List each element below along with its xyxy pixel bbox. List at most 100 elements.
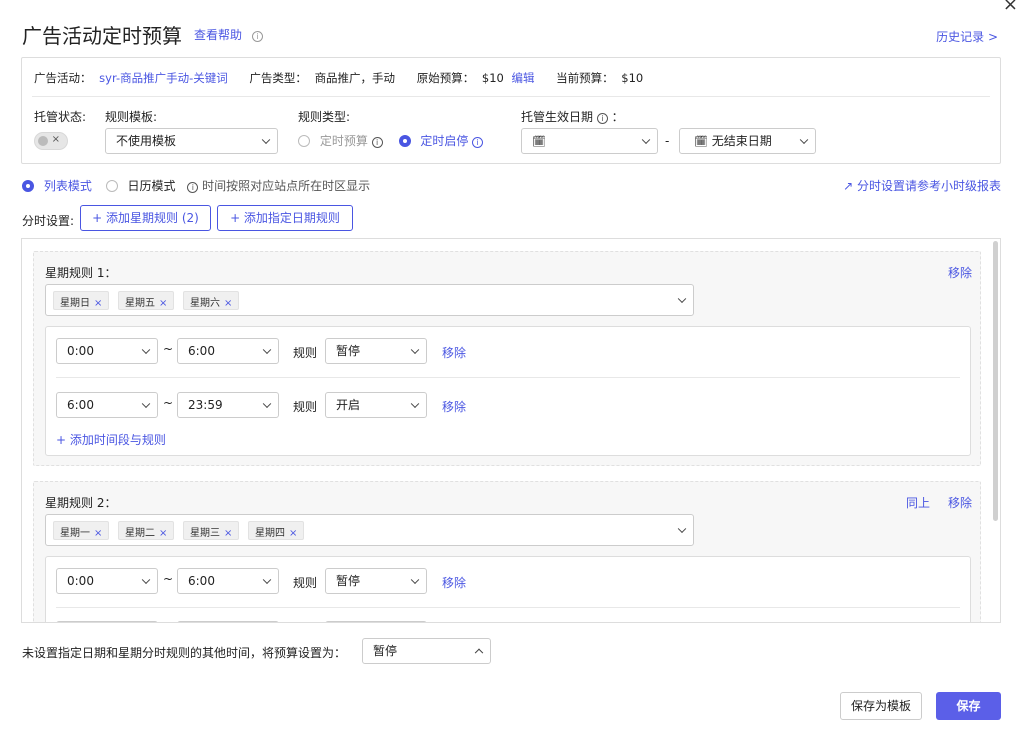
calendar-icon: 🗓 [694,135,708,148]
rule-type-option-label: 定时预算 [319,134,368,148]
managed-status-toggle[interactable]: × [34,132,68,150]
radio-selected-icon [398,135,411,147]
tag-close-icon[interactable]: × [94,528,102,539]
timezone-note: i 时间按照对应站点所在时区显示 [187,179,370,193]
chevron-down-icon [410,345,420,355]
rule-template-value: 不使用模板 [116,134,177,148]
help-link[interactable]: 查看帮助 i [194,26,263,43]
info-icon: i [251,31,263,42]
view-mode-group: 列表模式 日历模式 i 时间按照对应站点所在时区显示 [22,177,370,194]
rule-action-select[interactable]: 开启 [325,392,427,418]
weekday-multiselect[interactable]: 星期日 × 星期五 × 星期六 × [45,284,694,316]
remove-rule-link[interactable]: 移除 [948,494,972,511]
remove-period-link[interactable]: 移除 [442,574,466,591]
chevron-down-icon [410,399,420,409]
tag-close-icon[interactable]: × [289,528,297,539]
current-budget-value: $10 [621,71,644,85]
rule-type-option-budget[interactable]: 定时预算 i [298,134,387,148]
rule-action-select-partial[interactable] [325,621,427,622]
add-date-rule-button[interactable]: + 添加指定日期规则 [217,205,353,231]
scrollbar[interactable] [993,241,998,521]
add-weekly-rule-button[interactable]: + 添加星期规则 (2) [80,205,211,231]
rule-action-select[interactable]: 暂停 [325,338,427,364]
end-time-select[interactable]: 6:00 [177,568,279,594]
weekday-tag-label: 星期六 [190,298,220,309]
end-time-select-partial[interactable] [177,621,279,622]
weekly-rule-group: 星期规则 1： 移除 星期日 × 星期五 × 星期六 × 0:00 ~ 6:00 规则… [33,251,981,466]
weekday-tag: 星期一 × [53,521,110,540]
campaign-label: 广告活动： [34,71,92,85]
hourly-report-link[interactable]: ↗ 分时设置请参考小时级报表 [843,177,1001,194]
effective-date-label-text: 托管生效日期 [521,110,594,124]
weekday-multiselect[interactable]: 星期一 × 星期二 × 星期三 × 星期四 × [45,514,694,546]
radio-icon [298,135,310,147]
time-periods-panel: 0:00 ~ 6:00 规则 暂停 移除 [45,556,971,622]
timezone-note-text: 时间按照对应站点所在时区显示 [202,179,371,193]
chevron-down-icon [141,399,151,409]
end-time-select[interactable]: 6:00 [177,338,279,364]
start-time-value: 6:00 [67,398,94,412]
start-time-value: 0:00 [67,574,94,588]
calendar-mode-option[interactable]: 日历模式 [105,179,180,193]
save-button[interactable]: 保存 [936,692,1001,720]
list-mode-option[interactable]: 列表模式 [22,179,96,193]
end-date-picker[interactable]: 🗓 无结束日期 [679,128,816,154]
date-range-dash: - [665,134,670,148]
rule-type-option-switch[interactable]: 定时启停 i [398,134,484,148]
add-period-link[interactable]: + 添加时间段与规则 [56,431,166,448]
remove-period-link[interactable]: 移除 [442,344,466,361]
chevron-up-icon [474,648,484,658]
weekday-tag-label: 星期五 [125,298,155,309]
weekday-tag-label: 星期四 [255,528,285,539]
rules-scroll-container[interactable]: 星期规则 1： 移除 星期日 × 星期五 × 星期六 × 0:00 ~ 6:00 规则… [21,238,1001,623]
start-time-value: 0:00 [67,344,94,358]
tag-close-icon[interactable]: × [224,298,232,309]
campaign-name-link[interactable]: syr-商品推广手动-关键词 [99,71,228,85]
ad-type-value: 商品推广，手动 [314,71,396,85]
tag-close-icon[interactable]: × [159,298,167,309]
chevron-down-icon [677,294,687,304]
end-time-select[interactable]: 23:59 [177,392,279,418]
edit-budget-link[interactable]: 编辑 [511,71,534,85]
radio-selected-icon [22,180,34,192]
end-time-value: 23:59 [188,398,223,412]
default-budget-label: 未设置指定日期和星期分时规则的其他时间，将预算设置为： [22,646,347,660]
help-link-label: 查看帮助 [194,28,243,42]
chevron-down-icon [641,135,651,145]
start-time-select[interactable]: 0:00 [56,338,158,364]
start-time-select[interactable]: 0:00 [56,568,158,594]
default-budget-select[interactable]: 暂停 [362,638,491,664]
tag-close-icon[interactable]: × [224,528,232,539]
tilde: ~ [163,396,174,410]
chevron-down-icon [261,135,271,145]
chevron-down-icon [141,575,151,585]
remove-rule-link[interactable]: 移除 [948,264,972,281]
rule-template-label: 规则模板: [105,110,158,124]
copy-above-link[interactable]: 同上 [906,494,930,511]
default-budget-value: 暂停 [373,644,398,658]
rule-action-value: 暂停 [336,574,361,588]
weekday-tag-label: 星期一 [60,528,90,539]
chevron-down-icon [262,399,272,409]
divider [32,96,990,97]
rule-template-select[interactable]: 不使用模板 [105,128,278,154]
info-icon: i [472,137,484,148]
start-date-picker[interactable]: 🗓 [521,128,658,154]
history-link[interactable]: 历史记录 > [936,28,998,45]
divider [56,377,960,378]
start-time-select[interactable]: 6:00 [56,392,158,418]
rule-action-value: 开启 [336,398,361,412]
tag-close-icon[interactable]: × [159,528,167,539]
rule-type-label: 规则类型: [298,110,351,124]
start-time-select-partial[interactable] [56,621,158,622]
original-budget-value: $10 [481,71,504,85]
remove-period-link[interactable]: 移除 [442,398,466,415]
rule-action-select[interactable]: 暂停 [325,568,427,594]
info-icon: i [596,113,608,124]
save-as-template-button[interactable]: 保存为模板 [840,692,922,720]
tag-close-icon[interactable]: × [94,298,102,309]
chevron-down-icon [677,524,687,534]
weekday-tag-label: 星期二 [125,528,155,539]
rule-type-radio-group: 定时预算 i 定时启停 i [298,132,484,149]
close-icon[interactable]: × [1003,0,1018,14]
